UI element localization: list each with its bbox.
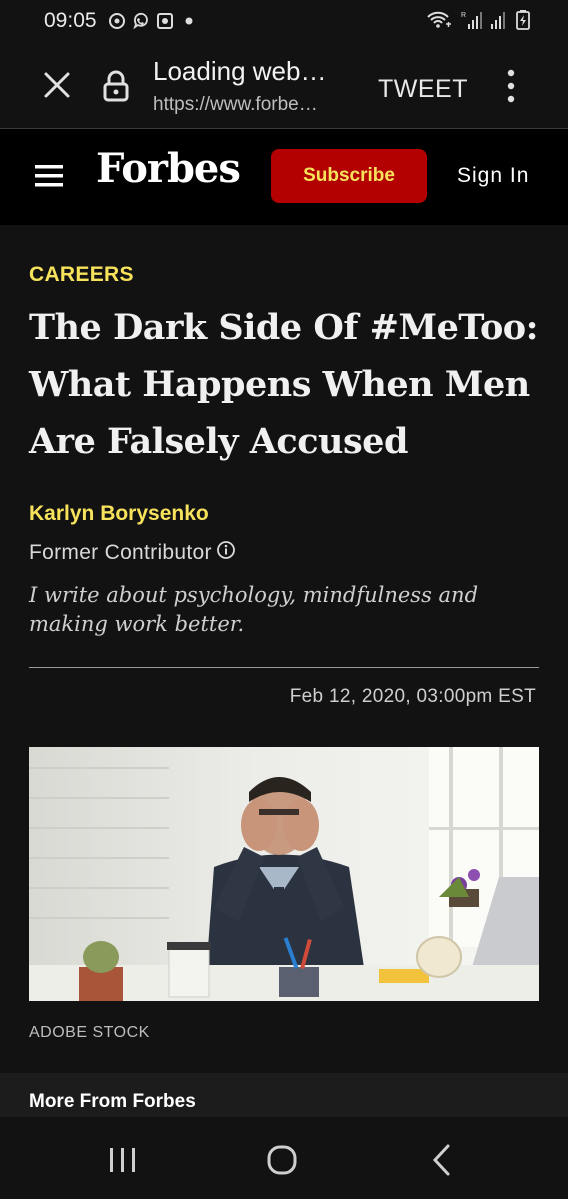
divider (29, 667, 539, 668)
tweet-button[interactable]: TWEET (378, 75, 468, 104)
info-icon[interactable] (216, 540, 236, 566)
system-nav-bar (0, 1117, 568, 1199)
more-from-forbes-label: More From Forbes (29, 1091, 196, 1112)
viber-icon (132, 12, 150, 30)
site-header: Forbes Subscribe Sign In (0, 129, 568, 225)
contributor-line: Former Contributor (29, 540, 236, 566)
publish-date: Feb 12, 2020, 03:00pm EST (289, 686, 536, 707)
battery-icon (516, 10, 530, 35)
status-bar: 09:05 R (0, 0, 568, 44)
recent-apps-icon[interactable] (108, 1147, 138, 1173)
camera-app-icon (108, 12, 126, 30)
subscribe-button[interactable]: Subscribe (271, 149, 427, 203)
notification-icons (108, 12, 198, 30)
wifi-icon (426, 10, 452, 35)
page-title: Loading web… (153, 56, 327, 86)
more-from-forbes-section: More From Forbes (0, 1073, 568, 1117)
home-icon[interactable] (266, 1144, 298, 1176)
signal-icon: R (460, 10, 482, 35)
author-link[interactable]: Karlyn Borysenko (29, 502, 209, 526)
article: CAREERS The Dark Side Of #MeToo: What Ha… (0, 225, 568, 1073)
article-image (29, 747, 539, 1001)
system-icons: R (426, 10, 530, 35)
article-headline: The Dark Side Of #MeToo: What Happens Wh… (29, 307, 539, 462)
author-bio: I write about psychology, mindfulness an… (29, 583, 479, 636)
lock-icon[interactable] (102, 70, 130, 102)
url-text[interactable]: https://www.forbe… (153, 94, 318, 116)
more-options-icon[interactable] (498, 68, 524, 104)
dot-icon (180, 12, 198, 30)
svg-text:R: R (461, 12, 466, 19)
gallery-icon (156, 12, 174, 30)
back-icon[interactable] (430, 1143, 452, 1177)
forbes-logo[interactable]: Forbes (96, 145, 241, 192)
image-credit: ADOBE STOCK (29, 1024, 150, 1041)
close-icon[interactable] (40, 68, 74, 102)
category-link[interactable]: CAREERS (29, 263, 134, 287)
contributor-label: Former Contributor (29, 541, 212, 564)
browser-toolbar: Loading web… https://www.forbe… TWEET (0, 44, 568, 129)
sign-in-link[interactable]: Sign In (457, 164, 529, 188)
menu-icon[interactable] (35, 165, 63, 187)
status-time: 09:05 (44, 9, 97, 32)
signal-icon-2 (490, 10, 508, 35)
